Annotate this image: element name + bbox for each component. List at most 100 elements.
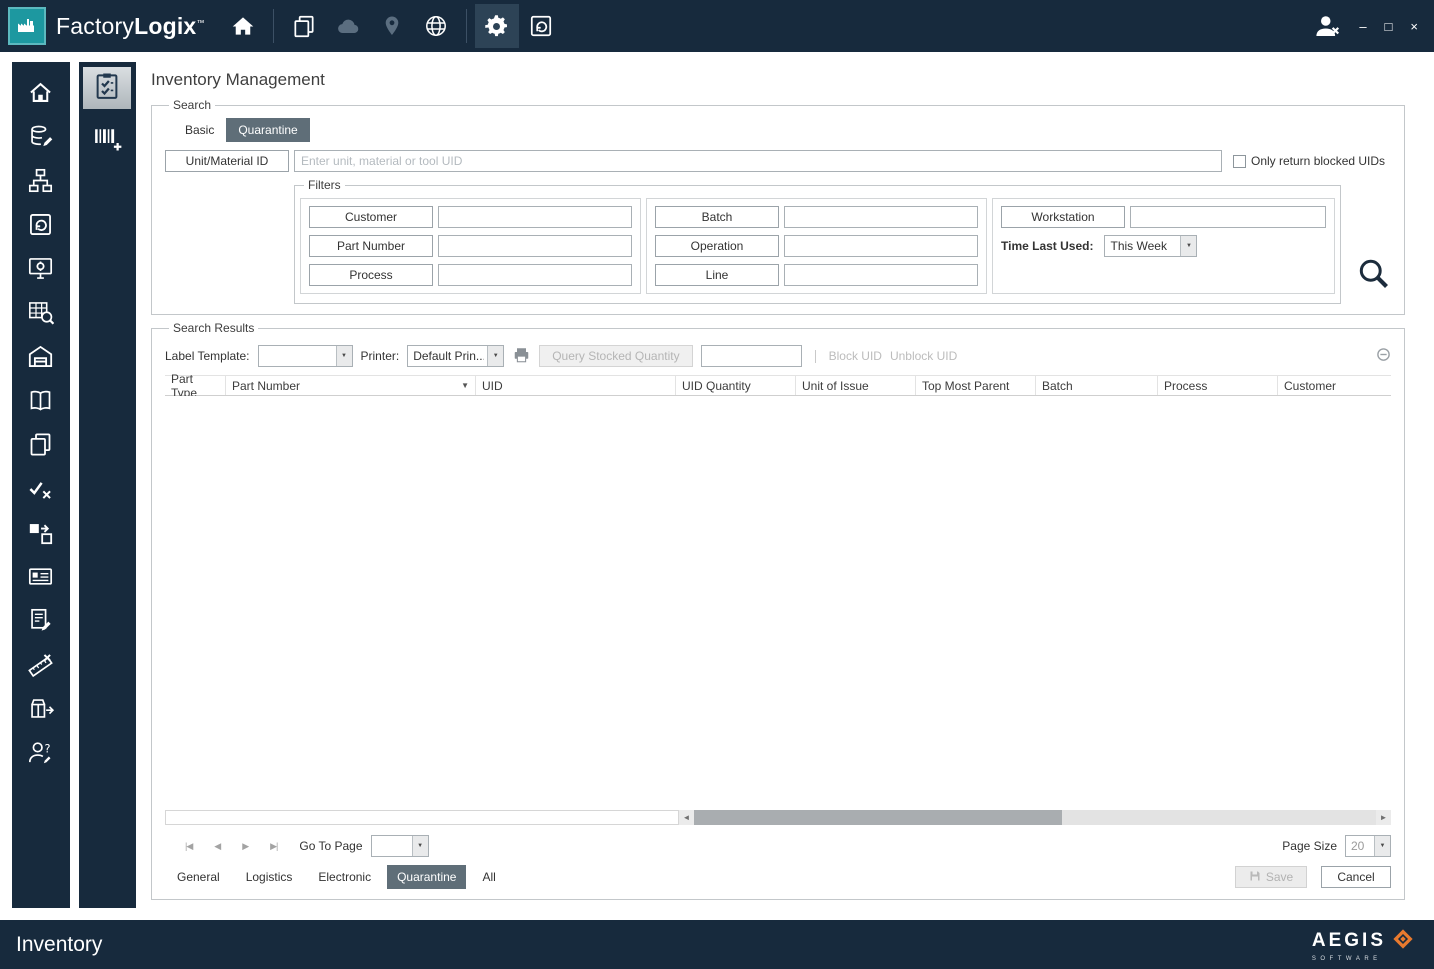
tab-basic[interactable]: Basic (173, 118, 226, 142)
block-uid-button[interactable]: Block UID (829, 349, 882, 363)
warehouse-icon[interactable] (27, 342, 55, 370)
id-card-icon[interactable] (27, 562, 55, 590)
customer-filter-input[interactable] (438, 206, 632, 228)
scrollbar-thumb[interactable] (694, 810, 1062, 825)
documents-icon[interactable] (282, 4, 326, 48)
column-header-part-number[interactable]: Part Number ▼ (226, 376, 476, 395)
sync-box-icon[interactable] (519, 4, 563, 48)
cancel-button[interactable]: Cancel (1321, 866, 1391, 888)
scroll-left-button[interactable]: ◄ (679, 810, 694, 825)
blocked-uids-checkbox-label: Only return blocked UIDs (1251, 154, 1386, 168)
line-filter-button[interactable]: Line (655, 264, 779, 286)
bottom-row: General Logistics Electronic Quarantine … (165, 865, 1391, 889)
cloud-icon[interactable] (326, 4, 370, 48)
copy-pages-icon[interactable] (27, 430, 55, 458)
tab-general[interactable]: General (167, 865, 230, 889)
aegis-logo: AEGIS SOFTWARE (1312, 928, 1414, 962)
user-logout-icon[interactable] (1305, 4, 1349, 48)
next-page-button[interactable]: ▶ (242, 841, 249, 852)
sidebar-item-barcode-add[interactable] (83, 119, 131, 161)
location-pin-icon[interactable] (370, 4, 414, 48)
save-button[interactable]: Save (1235, 866, 1307, 888)
toolbar-divider (814, 349, 816, 363)
batch-filter-button[interactable]: Batch (655, 206, 779, 228)
close-button[interactable]: × (1410, 20, 1418, 33)
go-to-page-select[interactable]: ▼ (370, 835, 429, 857)
chevron-down-icon[interactable]: ▼ (1374, 836, 1390, 856)
blocked-uids-checkbox[interactable]: Only return blocked UIDs (1233, 154, 1391, 168)
chevron-down-icon[interactable]: ▼ (411, 836, 428, 856)
clipboard-check-icon (92, 71, 122, 106)
operation-filter-button[interactable]: Operation (655, 235, 779, 257)
table-search-icon[interactable] (27, 298, 55, 326)
query-stocked-quantity-button[interactable]: Query Stocked Quantity (539, 345, 693, 367)
column-header-customer[interactable]: Customer (1278, 376, 1391, 395)
printer-select[interactable]: Default Prin... ▼ (407, 345, 505, 367)
unit-search-input[interactable] (294, 150, 1222, 172)
checkbox-box[interactable] (1233, 154, 1246, 168)
chevron-down-icon[interactable]: ▼ (335, 346, 352, 366)
maximize-button[interactable]: □ (1385, 20, 1393, 33)
document-edit-icon[interactable] (27, 606, 55, 634)
database-edit-icon[interactable] (27, 122, 55, 150)
operation-filter-input[interactable] (784, 235, 978, 257)
unit-material-id-button[interactable]: Unit/Material ID (165, 150, 289, 172)
part-number-filter-button[interactable]: Part Number (309, 235, 433, 257)
sync-box-icon[interactable] (27, 210, 55, 238)
chevron-down-icon[interactable]: ▼ (487, 346, 504, 366)
workstation-filter-input[interactable] (1130, 206, 1326, 228)
home-icon[interactable] (27, 78, 55, 106)
org-chart-icon[interactable] (27, 166, 55, 194)
tab-all[interactable]: All (472, 865, 505, 889)
svg-text:?: ? (45, 742, 51, 755)
process-filter-button[interactable]: Process (309, 264, 433, 286)
ruler-cancel-icon[interactable] (27, 650, 55, 678)
process-filter-input[interactable] (438, 264, 632, 286)
user-question-icon[interactable]: ? (27, 738, 55, 766)
column-header-batch[interactable]: Batch (1036, 376, 1158, 395)
column-header-uid-quantity[interactable]: UID Quantity (676, 376, 796, 395)
column-header-top-most-parent[interactable]: Top Most Parent (916, 376, 1036, 395)
previous-page-button[interactable]: ◀ (214, 841, 221, 852)
column-header-part-type[interactable]: Part Type (165, 372, 226, 400)
column-header-uid[interactable]: UID (476, 376, 676, 395)
tab-quarantine-bottom[interactable]: Quarantine (387, 865, 467, 889)
unblock-uid-button[interactable]: Unblock UID (890, 349, 957, 363)
part-number-filter-input[interactable] (438, 235, 632, 257)
transfer-icon[interactable] (27, 518, 55, 546)
check-x-icon[interactable] (27, 474, 55, 502)
chevron-down-icon[interactable]: ▼ (1180, 236, 1197, 256)
minimize-button[interactable]: – (1359, 20, 1366, 33)
print-icon[interactable] (512, 346, 531, 367)
tab-quarantine[interactable]: Quarantine (226, 118, 310, 142)
label-template-select[interactable]: ▼ (257, 345, 353, 367)
main-content: Inventory Management Search Basic Quaran… (136, 52, 1434, 920)
tab-logistics[interactable]: Logistics (236, 865, 303, 889)
last-page-button[interactable]: ▶| (270, 841, 278, 852)
search-button[interactable] (1355, 255, 1391, 296)
sort-arrow-icon[interactable]: ▼ (461, 381, 469, 390)
package-out-icon[interactable] (27, 694, 55, 722)
sidebar-item-inventory-management[interactable] (83, 67, 132, 109)
gear-icon[interactable] (474, 4, 519, 48)
tab-electronic[interactable]: Electronic (308, 865, 381, 889)
brand-name: FactoryLogix™ (56, 12, 205, 39)
stocked-quantity-input[interactable] (700, 345, 802, 367)
time-last-used-select[interactable]: This Week ▼ (1104, 235, 1198, 257)
scroll-right-button[interactable]: ► (1376, 810, 1391, 825)
scrollbar-track[interactable] (694, 810, 1376, 825)
filter-group-3: Workstation Time Last Used: This Week ▼ (992, 198, 1335, 294)
batch-filter-input[interactable] (784, 206, 978, 228)
column-header-process[interactable]: Process (1158, 376, 1278, 395)
go-to-page-label: Go To Page (299, 839, 363, 853)
column-header-unit-of-issue[interactable]: Unit of Issue (796, 376, 916, 395)
line-filter-input[interactable] (784, 264, 978, 286)
home-nav-icon[interactable] (221, 4, 265, 48)
workstation-filter-button[interactable]: Workstation (1001, 206, 1125, 228)
first-page-button[interactable]: |◀ (185, 841, 193, 852)
page-size-select[interactable]: 20 ▼ (1345, 835, 1391, 857)
book-icon[interactable] (27, 386, 55, 414)
globe-icon[interactable] (414, 4, 458, 48)
customer-filter-button[interactable]: Customer (309, 206, 433, 228)
monitor-settings-icon[interactable] (27, 254, 55, 282)
